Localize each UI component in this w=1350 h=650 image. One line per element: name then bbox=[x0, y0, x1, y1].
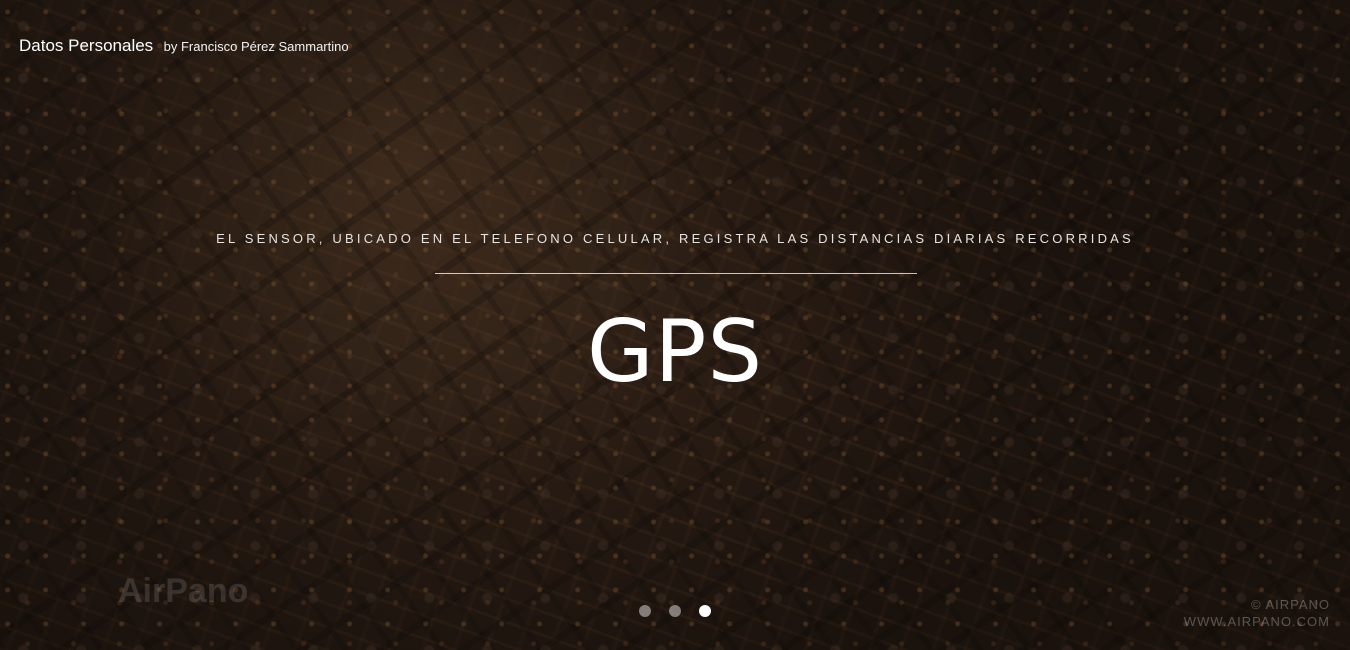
site-byline: by Francisco Pérez Sammartino bbox=[163, 39, 349, 54]
site-title[interactable]: Datos Personales bbox=[19, 36, 153, 55]
site-brand[interactable]: Datos Personales by Francisco Pérez Samm… bbox=[19, 36, 349, 56]
carousel-dot-3[interactable] bbox=[699, 605, 711, 617]
hero-slide: Datos Personales by Francisco Pérez Samm… bbox=[0, 0, 1350, 650]
caption-divider bbox=[435, 273, 917, 274]
slide-headline: GPS bbox=[586, 302, 764, 402]
carousel-indicators bbox=[0, 605, 1350, 617]
slide-caption: EL SENSOR, UBICADO EN EL TELEFONO CELULA… bbox=[216, 231, 1134, 246]
carousel-dot-1[interactable] bbox=[639, 605, 651, 617]
carousel-dot-2[interactable] bbox=[669, 605, 681, 617]
